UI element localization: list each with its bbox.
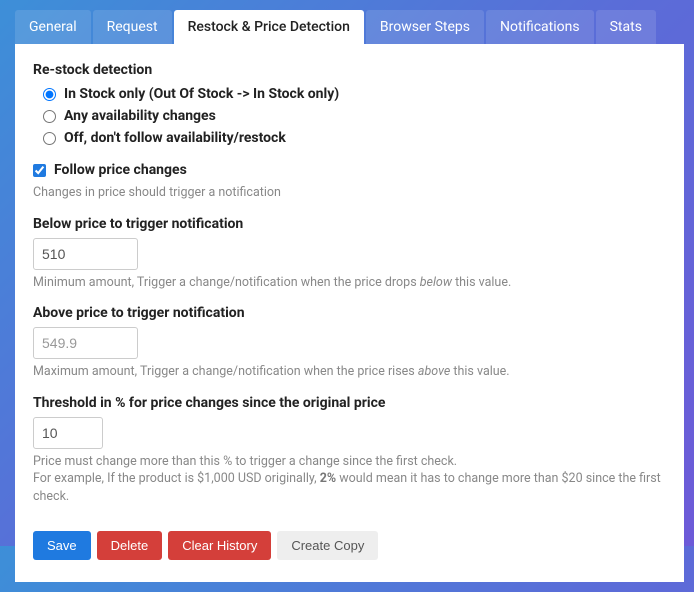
tab-browser-steps[interactable]: Browser Steps [366,10,484,44]
above-price-input[interactable] [33,327,138,359]
above-price-help: Maximum amount, Trigger a change/notific… [33,363,666,381]
threshold-help: Price must change more than this % to tr… [33,453,666,506]
tab-restock-price-detection[interactable]: Restock & Price Detection [174,10,364,44]
tab-notifications[interactable]: Notifications [486,10,594,44]
follow-price-label: Follow price changes [54,162,187,178]
tab-stats[interactable]: Stats [596,10,656,44]
below-price-help: Minimum amount, Trigger a change/notific… [33,274,666,292]
restock-radio-any-changes[interactable] [43,110,56,123]
follow-price-help: Changes in price should trigger a notifi… [33,184,666,202]
settings-panel: Re-stock detection In Stock only (Out Of… [15,44,684,582]
above-price-label: Above price to trigger notification [33,305,666,321]
follow-price-checkbox[interactable] [33,164,46,177]
tab-bar: General Request Restock & Price Detectio… [15,10,684,44]
threshold-input[interactable] [33,417,103,449]
restock-radio-instock-only[interactable] [43,88,56,101]
below-price-input[interactable] [33,238,138,270]
threshold-label: Threshold in % for price changes since t… [33,395,666,411]
tab-request[interactable]: Request [93,10,172,44]
restock-label-any-changes: Any availability changes [64,108,216,124]
tab-general[interactable]: General [15,10,91,44]
restock-label-instock-only: In Stock only (Out Of Stock -> In Stock … [64,86,339,102]
below-price-label: Below price to trigger notification [33,216,666,232]
restock-label-off: Off, don't follow availability/restock [64,130,286,146]
restock-section-title: Re-stock detection [33,62,666,78]
restock-radio-off[interactable] [43,132,56,145]
